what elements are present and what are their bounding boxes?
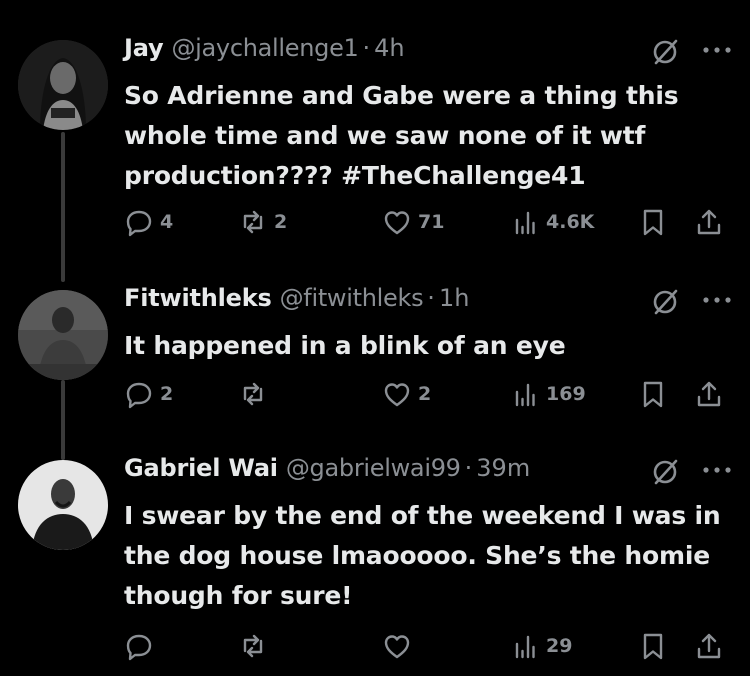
reply-icon [126, 210, 152, 237]
like-icon [384, 383, 410, 407]
more-icon[interactable] [697, 456, 737, 484]
repost-count: 2 [274, 211, 288, 233]
tweet-text: I swear by the end of the weekend I was … [124, 501, 721, 610]
tweet-actions: 4 2 71 4.6K [124, 204, 734, 240]
bookmark-button[interactable] [638, 628, 668, 664]
more-icon[interactable] [697, 36, 737, 64]
avatar[interactable] [18, 290, 108, 380]
bookmark-icon [643, 381, 663, 408]
more-icon[interactable] [697, 286, 737, 314]
hashtag-link[interactable]: #TheChallenge41 [341, 161, 586, 190]
repost-button[interactable] [238, 376, 274, 412]
display-name[interactable]: Jay [124, 34, 164, 62]
bookmark-icon [643, 633, 663, 660]
avatar-image [18, 460, 108, 550]
bookmark-button[interactable] [638, 376, 668, 412]
share-button[interactable] [694, 204, 724, 240]
share-button[interactable] [694, 376, 724, 412]
tweet[interactable]: Fitwithleks @fitwithleks · 1h It happene… [0, 284, 750, 424]
user-handle[interactable]: @fitwithleks [280, 284, 424, 312]
separator: · [362, 34, 371, 62]
grok-icon[interactable] [650, 36, 682, 68]
views-button[interactable]: 29 [510, 628, 572, 664]
views-button[interactable]: 169 [510, 376, 586, 412]
timestamp[interactable]: 1h [439, 284, 469, 312]
tweet-text: So Adrienne and Gabe were a thing this w… [124, 76, 724, 196]
like-button[interactable] [382, 628, 418, 664]
like-icon [384, 211, 410, 235]
separator: · [427, 284, 435, 312]
like-button[interactable]: 2 [382, 376, 431, 412]
repost-icon [243, 634, 263, 658]
share-icon [697, 209, 721, 235]
user-handle[interactable]: @jaychallenge1 [171, 34, 358, 62]
bookmark-icon [643, 209, 663, 236]
repost-button[interactable] [238, 628, 274, 664]
user-handle[interactable]: @gabrielwai99 [286, 454, 461, 482]
repost-button[interactable]: 2 [238, 204, 287, 240]
avatar[interactable] [18, 40, 108, 130]
repost-icon [243, 210, 263, 234]
like-count: 2 [418, 383, 432, 405]
avatar[interactable] [18, 460, 108, 550]
reply-button[interactable] [124, 628, 160, 664]
views-icon [515, 383, 535, 407]
reply-icon [126, 634, 152, 661]
share-button[interactable] [694, 628, 724, 664]
separator: · [464, 454, 473, 482]
tweet[interactable]: Gabriel Wai @gabrielwai99 · 39m I swear … [0, 454, 750, 674]
share-icon [697, 381, 721, 407]
tweet-actions: 2 2 169 [124, 376, 734, 412]
views-count: 4.6K [546, 211, 595, 233]
tweet-text: It happened in a blink of an eye [124, 331, 566, 360]
repost-icon [243, 382, 263, 406]
reply-button[interactable]: 4 [124, 204, 173, 240]
timestamp[interactable]: 4h [374, 34, 404, 62]
views-count: 29 [546, 635, 573, 657]
timestamp[interactable]: 39m [476, 454, 530, 482]
avatar-image [18, 290, 108, 380]
grok-icon[interactable] [650, 456, 682, 488]
display-name[interactable]: Fitwithleks [124, 284, 272, 312]
share-icon [697, 633, 721, 659]
like-icon [384, 635, 410, 659]
views-icon [515, 211, 535, 235]
reply-button[interactable]: 2 [124, 376, 173, 412]
views-icon [515, 635, 535, 659]
display-name[interactable]: Gabriel Wai [124, 454, 278, 482]
like-button[interactable]: 71 [382, 204, 444, 240]
avatar-image [18, 40, 108, 130]
tweet[interactable]: Jay @jaychallenge1 · 4h So Adrienne and … [0, 34, 750, 274]
grok-icon[interactable] [650, 286, 682, 318]
tweet-actions: 29 [124, 628, 734, 664]
reply-icon [126, 382, 152, 409]
reply-count: 4 [160, 211, 174, 233]
like-count: 71 [418, 211, 445, 233]
views-count: 169 [546, 383, 586, 405]
bookmark-button[interactable] [638, 204, 668, 240]
views-button[interactable]: 4.6K [510, 204, 594, 240]
reply-count: 2 [160, 383, 174, 405]
